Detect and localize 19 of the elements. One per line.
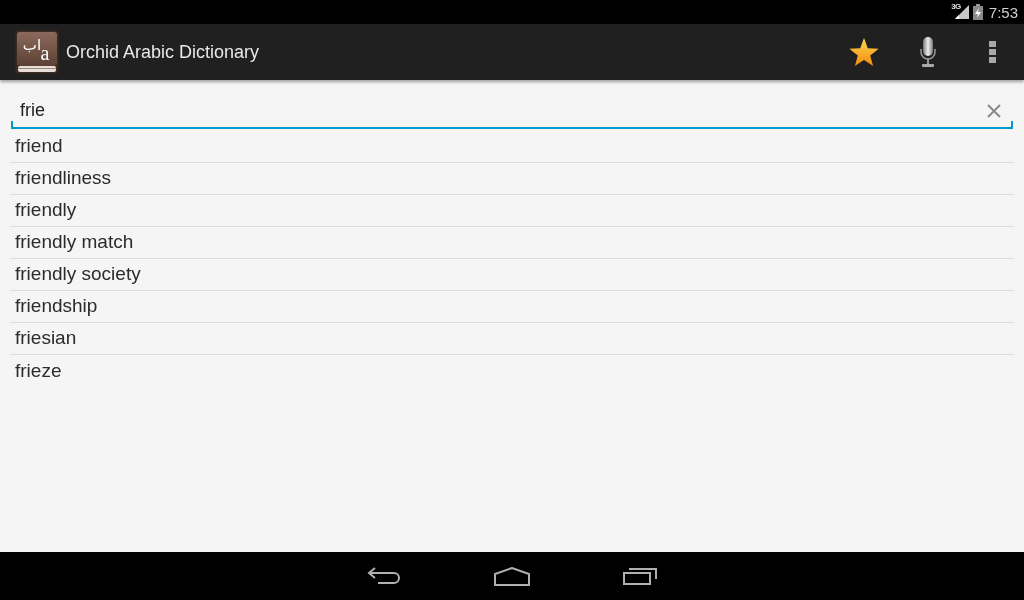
result-item[interactable]: friendly xyxy=(10,195,1014,227)
result-item[interactable]: friendliness xyxy=(10,163,1014,195)
app-title: Orchid Arabic Dictionary xyxy=(66,40,260,64)
battery-icon xyxy=(972,4,983,20)
result-item[interactable]: friend xyxy=(10,131,1014,163)
result-item[interactable]: friendly match xyxy=(10,227,1014,259)
home-icon xyxy=(494,566,530,586)
microphone-icon xyxy=(920,37,936,67)
clock-time: 7:53 xyxy=(988,4,1018,20)
back-icon xyxy=(367,567,401,585)
recents-icon xyxy=(623,567,657,585)
result-item[interactable]: friesian xyxy=(10,323,1014,355)
result-item[interactable]: frieze xyxy=(10,355,1014,387)
result-item[interactable]: friendship xyxy=(10,291,1014,323)
more-icon xyxy=(988,41,996,63)
star-icon xyxy=(849,37,879,67)
close-icon xyxy=(987,104,1001,118)
result-item[interactable]: friendly society xyxy=(10,259,1014,291)
network-type: 3G xyxy=(951,3,961,11)
